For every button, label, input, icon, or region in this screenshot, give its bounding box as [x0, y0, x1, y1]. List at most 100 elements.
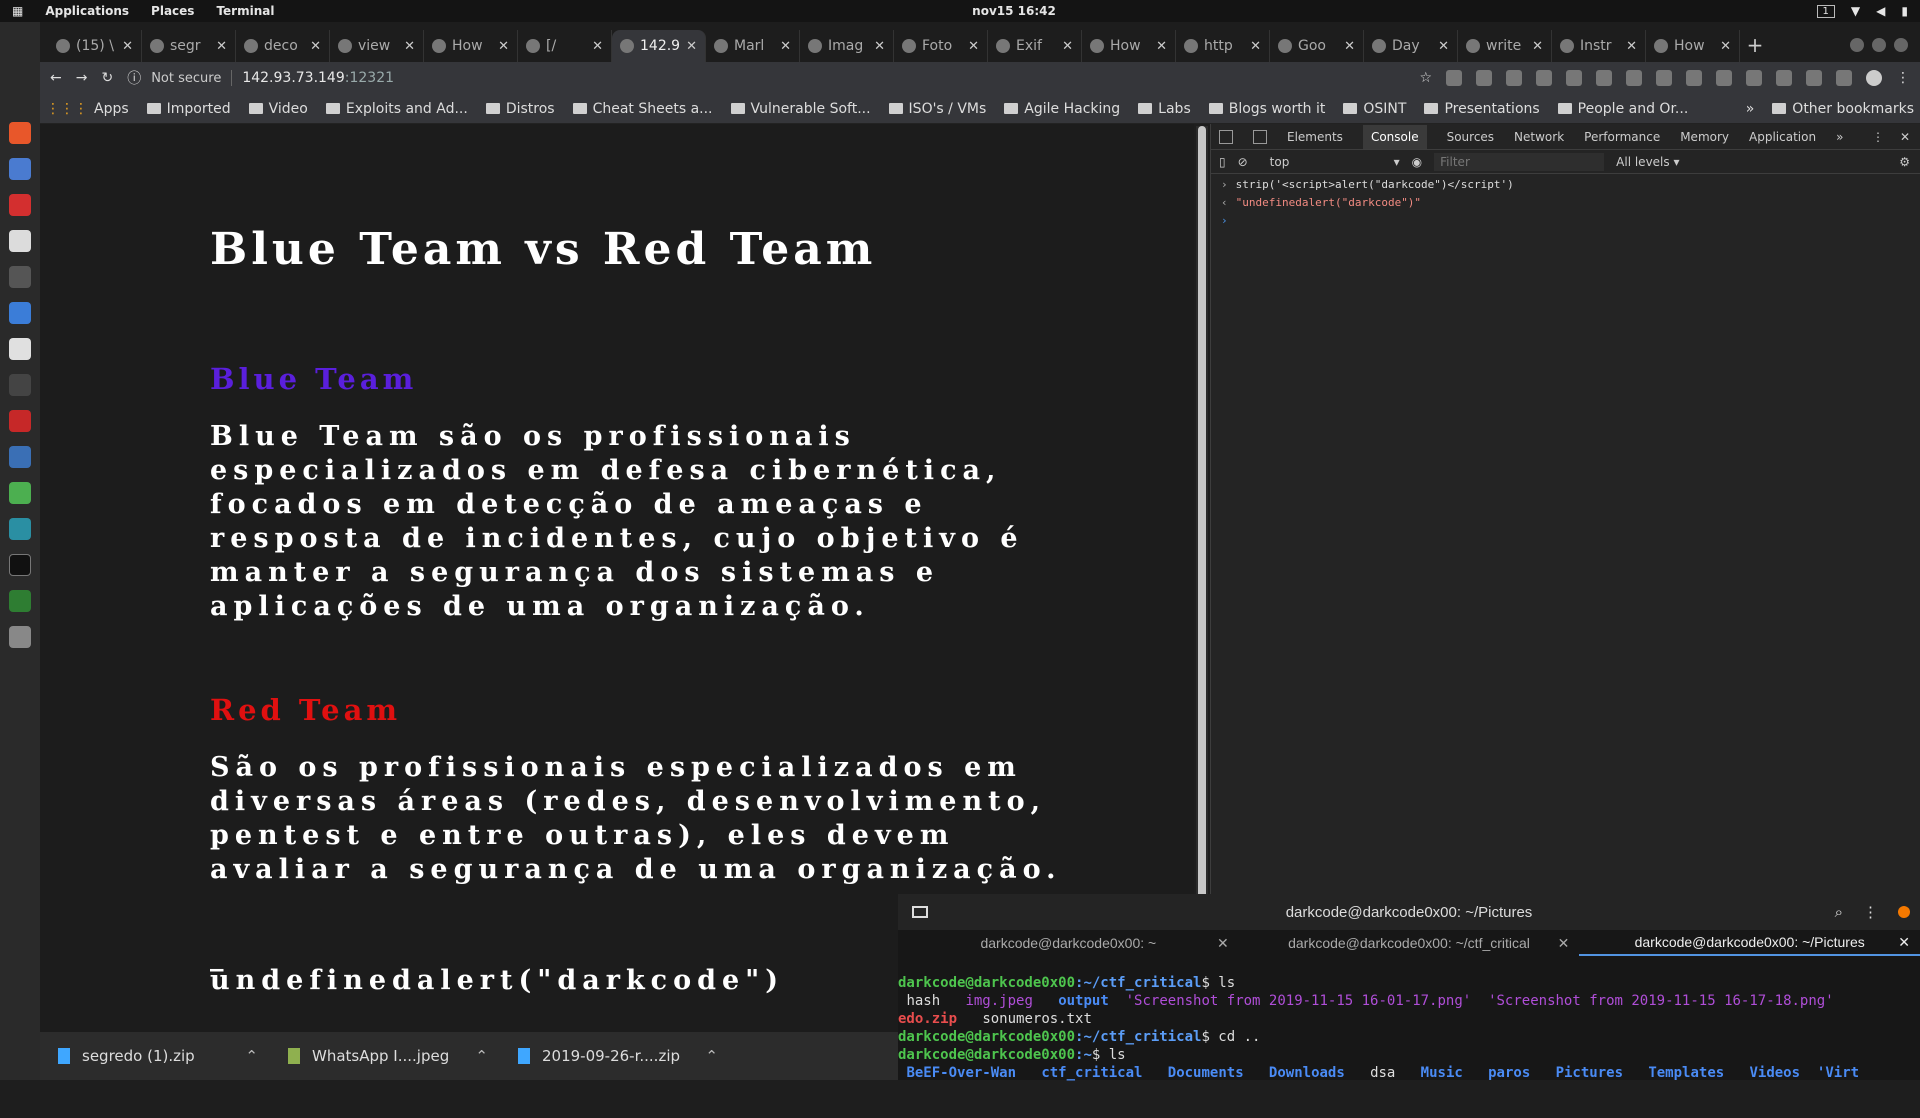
bookmark-folder[interactable]: Distros — [485, 101, 555, 117]
eye-icon[interactable]: ◉ — [1412, 155, 1422, 169]
menu-applications[interactable]: Applications — [45, 4, 129, 18]
download-item[interactable]: segredo (1).zip ⌃ — [58, 1047, 258, 1065]
close-tab-icon[interactable]: ✕ — [874, 39, 885, 54]
close-tab-icon[interactable]: ✕ — [1062, 39, 1073, 54]
bookmark-folder[interactable]: Agile Hacking — [1004, 101, 1120, 117]
extension-icon[interactable] — [1596, 70, 1612, 86]
close-tab-icon[interactable]: ✕ — [1156, 39, 1167, 54]
bookmark-folder[interactable]: Cheat Sheets a... — [572, 101, 713, 117]
console-prompt[interactable]: › — [1221, 214, 1920, 232]
extension-icon[interactable] — [1476, 70, 1492, 86]
extension-icon[interactable] — [1446, 70, 1462, 86]
extension-icon[interactable] — [1806, 70, 1822, 86]
close-tab-icon[interactable]: ✕ — [968, 39, 979, 54]
extension-icon[interactable] — [1686, 70, 1702, 86]
forward-icon[interactable]: → — [76, 70, 88, 86]
close-tab-icon[interactable]: ✕ — [1898, 934, 1910, 951]
bookmark-folder[interactable]: Blogs worth it — [1208, 101, 1325, 117]
minimize-icon[interactable] — [1850, 38, 1864, 52]
close-icon[interactable] — [1894, 38, 1908, 52]
close-tab-icon[interactable]: ✕ — [780, 39, 791, 54]
browser-tab[interactable]: How ✕ — [1646, 30, 1740, 62]
bookmark-folder[interactable]: Imported — [146, 101, 231, 117]
download-item[interactable]: WhatsApp I....jpeg ⌃ — [288, 1047, 488, 1065]
chevron-up-icon[interactable]: ⌃ — [705, 1047, 718, 1065]
close-tab-icon[interactable]: ✕ — [1558, 935, 1570, 952]
extension-icon[interactable] — [1836, 70, 1852, 86]
wordpress-icon[interactable] — [9, 446, 31, 468]
browser-tab[interactable]: write ✕ — [1458, 30, 1552, 62]
battery-icon[interactable]: ▮ — [1901, 4, 1908, 18]
terminal-output[interactable]: darkcode@darkcode0x00:~/ctf_critical$ ls… — [898, 956, 1920, 1118]
bookmark-folder[interactable]: Presentations — [1424, 101, 1540, 117]
avatar[interactable] — [1866, 70, 1882, 86]
devtools-tab-sources[interactable]: Sources — [1447, 130, 1494, 144]
close-tab-icon[interactable]: ✕ — [686, 39, 697, 54]
browser-tab[interactable]: Instr ✕ — [1552, 30, 1646, 62]
bookmark-folder[interactable]: Labs — [1138, 101, 1191, 117]
inspect-icon[interactable] — [1219, 129, 1233, 144]
browser-tab[interactable]: deco ✕ — [236, 30, 330, 62]
clear-console-icon[interactable]: ⊘ — [1238, 155, 1248, 169]
terminal-tab[interactable]: darkcode@darkcode0x00: ~ ✕ — [898, 930, 1239, 956]
files-icon[interactable] — [9, 230, 31, 252]
thunderbird-icon[interactable] — [9, 158, 31, 180]
menu-places[interactable]: Places — [151, 4, 194, 18]
extension-icon[interactable] — [1746, 70, 1762, 86]
sidebar-toggle-icon[interactable]: ▯ — [1219, 155, 1226, 169]
close-tab-icon[interactable]: ✕ — [1626, 39, 1637, 54]
close-tab-icon[interactable]: ✕ — [1217, 935, 1229, 952]
extension-icon[interactable] — [1536, 70, 1552, 86]
bookmark-folder[interactable]: Exploits and Ad... — [325, 101, 468, 117]
devtools-tab-elements[interactable]: Elements — [1287, 130, 1343, 144]
new-tab-button[interactable]: + — [1740, 30, 1770, 62]
browser-tab[interactable]: view ✕ — [330, 30, 424, 62]
volume-icon[interactable]: ◀ — [1876, 4, 1885, 18]
bookmark-apps[interactable]: ⋮⋮⋮ Apps — [46, 101, 129, 117]
bookmark-folder[interactable]: ISO's / VMs — [888, 101, 986, 117]
firefox-icon[interactable] — [9, 122, 31, 144]
network-icon[interactable]: ▼ — [1851, 4, 1860, 18]
bookmark-folder[interactable]: Vulnerable Soft... — [730, 101, 871, 117]
grid-icon[interactable]: ▦ — [12, 4, 23, 18]
search-icon[interactable]: ⌕ — [1835, 904, 1843, 921]
devtools-tab-application[interactable]: Application — [1749, 130, 1816, 144]
console-filter-input[interactable]: Filter — [1434, 152, 1605, 171]
menu-terminal[interactable]: Terminal — [216, 4, 274, 18]
new-tab-icon[interactable] — [912, 906, 928, 918]
devtools-tab-network[interactable]: Network — [1514, 130, 1564, 144]
close-tab-icon[interactable]: ✕ — [1438, 39, 1449, 54]
bookmarks-more-button[interactable]: » — [1746, 101, 1755, 117]
browser-tab[interactable]: segr ✕ — [142, 30, 236, 62]
devtools-tab-performance[interactable]: Performance — [1584, 130, 1660, 144]
bookmark-folder[interactable]: Video — [248, 101, 308, 117]
close-tab-icon[interactable]: ✕ — [216, 39, 227, 54]
devtools-menu-icon[interactable]: ⋮ — [1872, 130, 1884, 144]
device-toggle-icon[interactable] — [1253, 129, 1267, 144]
info-icon[interactable]: ⓘ — [127, 68, 141, 88]
chrome-icon[interactable] — [9, 482, 31, 504]
terminal-menu-icon[interactable]: ⋮ — [1863, 903, 1878, 921]
browser-tab[interactable]: Goo ✕ — [1270, 30, 1364, 62]
menu-kebab-icon[interactable]: ⋮ — [1896, 70, 1910, 86]
extension-icon[interactable] — [1716, 70, 1732, 86]
settings-gear-icon[interactable]: ⚙ — [1899, 155, 1920, 169]
lifebuoy-icon[interactable] — [9, 194, 31, 216]
browser-tab[interactable]: Marl ✕ — [706, 30, 800, 62]
context-select[interactable]: top ▾ — [1260, 155, 1400, 169]
browser-tab[interactable]: How ✕ — [1082, 30, 1176, 62]
extension-icon[interactable] — [1626, 70, 1642, 86]
browser-tab[interactable]: Exif ✕ — [988, 30, 1082, 62]
close-tab-icon[interactable]: ✕ — [310, 39, 321, 54]
close-icon[interactable] — [1898, 906, 1910, 918]
app-icon[interactable] — [9, 410, 31, 432]
other-bookmarks[interactable]: Other bookmarks — [1772, 101, 1914, 117]
browser-tab[interactable]: [/✕ — [518, 30, 612, 62]
close-tab-icon[interactable]: ✕ — [1344, 39, 1355, 54]
address-bar[interactable]: ⓘ Not secure 142.93.73.149:12321 ☆ — [127, 66, 1432, 90]
terminal-icon[interactable] — [9, 554, 31, 576]
extension-icon[interactable] — [1656, 70, 1672, 86]
bookmark-folder[interactable]: People and Or... — [1557, 101, 1688, 117]
document-icon[interactable] — [9, 302, 31, 324]
browser-tab[interactable]: Day ✕ — [1364, 30, 1458, 62]
